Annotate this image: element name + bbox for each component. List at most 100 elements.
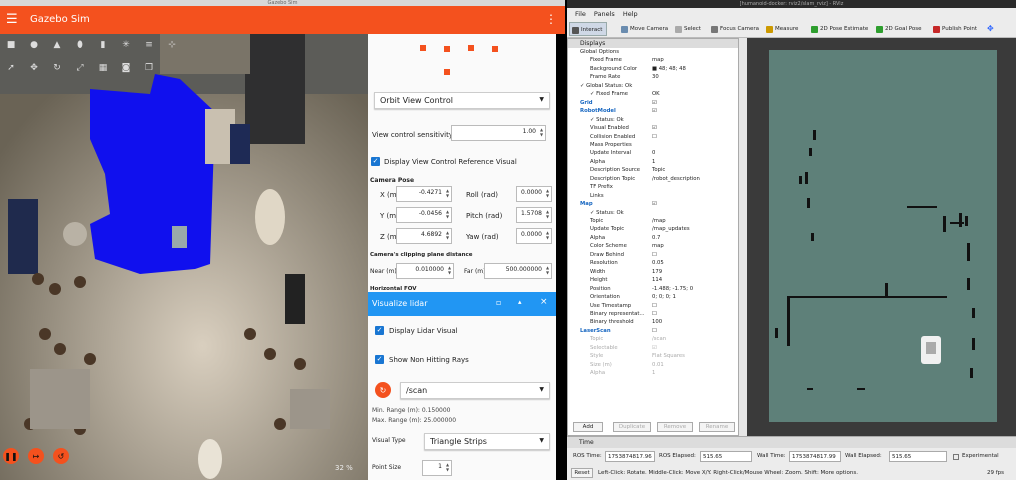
display-property-value[interactable]: 1	[652, 158, 655, 166]
display-property-value[interactable]: map	[652, 242, 664, 250]
reset-sim-button[interactable]: ↺	[53, 448, 69, 464]
pose-estimate-tool-button[interactable]: 2D Pose Estimate	[809, 22, 868, 36]
screenshot-icon[interactable]: ◙	[119, 61, 133, 75]
display-tree-row[interactable]: Mass Properties	[568, 141, 738, 149]
more-vert-icon[interactable]: ⋮	[545, 12, 557, 26]
display-property-value[interactable]: /map	[652, 217, 666, 225]
display-tree-row[interactable]: Fixed Frame map	[568, 56, 738, 64]
display-tree-row[interactable]: Grid ☑	[568, 99, 738, 107]
directional-light-icon[interactable]: ≡	[142, 38, 156, 52]
display-tree-row[interactable]: Selectable ☑	[568, 344, 738, 352]
display-property-value[interactable]: -1.488; -1.75; 0	[652, 285, 693, 293]
display-tree-row[interactable]: Style Flat Squares	[568, 352, 738, 360]
display-tree-row[interactable]: Links	[568, 192, 738, 200]
box-shape-icon[interactable]: ■	[4, 38, 18, 52]
display-tree-row[interactable]: Draw Behind ☐	[568, 251, 738, 259]
display-tree-row[interactable]: Size (m) 0.01	[568, 361, 738, 369]
display-property-value[interactable]: /map_updates	[652, 225, 690, 233]
yaw-input[interactable]: 0.0000	[516, 228, 552, 244]
display-property-value[interactable]: 0; 0; 0; 1	[652, 293, 676, 301]
pause-button[interactable]: ❚❚	[3, 448, 19, 464]
display-property-value[interactable]: 100	[652, 318, 662, 326]
display-property-value[interactable]: ☐	[652, 310, 657, 318]
display-tree-row[interactable]: Width 179	[568, 268, 738, 276]
goal-pose-tool-button[interactable]: 2D Goal Pose	[874, 22, 922, 36]
remove-display-button[interactable]: Remove	[657, 422, 693, 432]
sphere-shape-icon[interactable]: ●	[27, 38, 41, 52]
display-tree-row[interactable]: Position -1.488; -1.75; 0	[568, 285, 738, 293]
add-tool-icon[interactable]: ✥	[987, 24, 994, 33]
display-property-value[interactable]: OK	[652, 90, 660, 98]
roll-input[interactable]: 0.0000	[516, 186, 552, 202]
menu-panels[interactable]: Panels	[594, 10, 615, 18]
display-property-value[interactable]: 0.01	[652, 361, 664, 369]
display-tree-row[interactable]: Frame Rate 30	[568, 73, 738, 81]
restore-icon[interactable]: ▫	[496, 298, 501, 307]
lidar-panel-header[interactable]: Visualize lidar ▫ ▴ ×	[368, 292, 556, 316]
close-icon[interactable]: ×	[540, 297, 548, 307]
display-property-value[interactable]: map	[652, 56, 664, 64]
display-tree-row[interactable]: Binary representat... ☐	[568, 310, 738, 318]
display-property-value[interactable]: ☐	[652, 251, 657, 259]
display-tree-row[interactable]: ✓ Fixed Frame OK	[568, 90, 738, 98]
display-tree-row[interactable]: Visual Enabled ☑	[568, 124, 738, 132]
translate-tool-icon[interactable]: ✥	[27, 61, 41, 75]
publish-point-tool-button[interactable]: Publish Point	[931, 22, 977, 36]
rename-display-button[interactable]: Rename	[699, 422, 735, 432]
cone-shape-icon[interactable]: ▲	[50, 38, 64, 52]
display-tree-row[interactable]: Color Scheme map	[568, 242, 738, 250]
display-property-value[interactable]: ☐	[652, 302, 657, 310]
display-property-value[interactable]: ☑	[652, 124, 657, 132]
display-tree-row[interactable]: Use Timestamp ☐	[568, 302, 738, 310]
display-lidar-checkbox[interactable]: ✓	[375, 326, 384, 335]
display-tree-row[interactable]: Update Topic/map_updates	[568, 225, 738, 233]
panel-splitter[interactable]	[739, 38, 747, 436]
near-input[interactable]: 0.010000	[396, 263, 454, 279]
select-tool-button[interactable]: Select	[673, 22, 701, 36]
visual-type-select[interactable]: Triangle Strips ▼	[424, 433, 550, 450]
z-input[interactable]: 4.6892	[396, 228, 452, 244]
display-property-value[interactable]: 179	[652, 268, 662, 276]
display-tree-row[interactable]: TF Prefix	[568, 183, 738, 191]
move-camera-tool-button[interactable]: Move Camera	[619, 22, 668, 36]
display-property-value[interactable]: ☑	[652, 200, 657, 208]
display-tree-row[interactable]: Map ☑	[568, 200, 738, 208]
display-tree-row[interactable]: Binary threshold 100	[568, 318, 738, 326]
point-light-icon[interactable]: ✳	[119, 38, 133, 52]
spot-light-icon[interactable]: ⊹	[165, 38, 179, 52]
scale-tool-icon[interactable]: ⤢	[73, 61, 87, 75]
display-property-value[interactable]: 114	[652, 276, 662, 284]
collapse-icon[interactable]: ▴	[518, 298, 522, 306]
display-property-value[interactable]: ☑	[652, 107, 657, 115]
reset-button[interactable]: Reset	[571, 468, 593, 478]
display-tree-row[interactable]: Global Options	[568, 48, 738, 56]
display-property-value[interactable]: ☑	[652, 99, 657, 107]
display-tree-row[interactable]: RobotModel ☑	[568, 107, 738, 115]
display-tree-row[interactable]: Resolution 0.05	[568, 259, 738, 267]
measure-tool-button[interactable]: Measure	[764, 22, 798, 36]
display-tree-row[interactable]: Topic/scan	[568, 335, 738, 343]
display-tree-row[interactable]: ✓ Status: Ok	[568, 209, 738, 217]
pitch-input[interactable]: 1.5708	[516, 207, 552, 223]
display-property-value[interactable]: 0.05	[652, 259, 664, 267]
add-display-button[interactable]: Add	[573, 422, 603, 432]
display-tree-row[interactable]: Alpha 0.7	[568, 234, 738, 242]
duplicate-display-button[interactable]: Duplicate	[613, 422, 651, 432]
focus-camera-tool-button[interactable]: Focus Camera	[709, 22, 759, 36]
display-property-value[interactable]: 0	[652, 149, 655, 157]
display-property-value[interactable]: 30	[652, 73, 659, 81]
select-tool-icon[interactable]: ➚	[4, 61, 18, 75]
sensitivity-input[interactable]: 1.00	[451, 125, 546, 141]
non-hitting-checkbox[interactable]: ✓	[375, 355, 384, 364]
display-tree-row[interactable]: ✓ Global Status: Ok	[568, 82, 738, 90]
display-tree-row[interactable]: Background Color ■ 48; 48; 48	[568, 65, 738, 73]
copy-icon[interactable]: ❐	[142, 61, 156, 75]
display-property-value[interactable]: Topic	[652, 166, 665, 174]
x-input[interactable]: -0.4271	[396, 186, 452, 202]
display-tree-row[interactable]: Collision Enabled ☐	[568, 133, 738, 141]
topic-select[interactable]: /scan ▼	[400, 382, 550, 399]
menu-icon[interactable]: ☰	[6, 13, 18, 26]
view-control-select[interactable]: Orbit View Control ▼	[374, 92, 550, 109]
cylinder-shape-icon[interactable]: ▮	[96, 38, 110, 52]
menu-help[interactable]: Help	[623, 10, 638, 18]
